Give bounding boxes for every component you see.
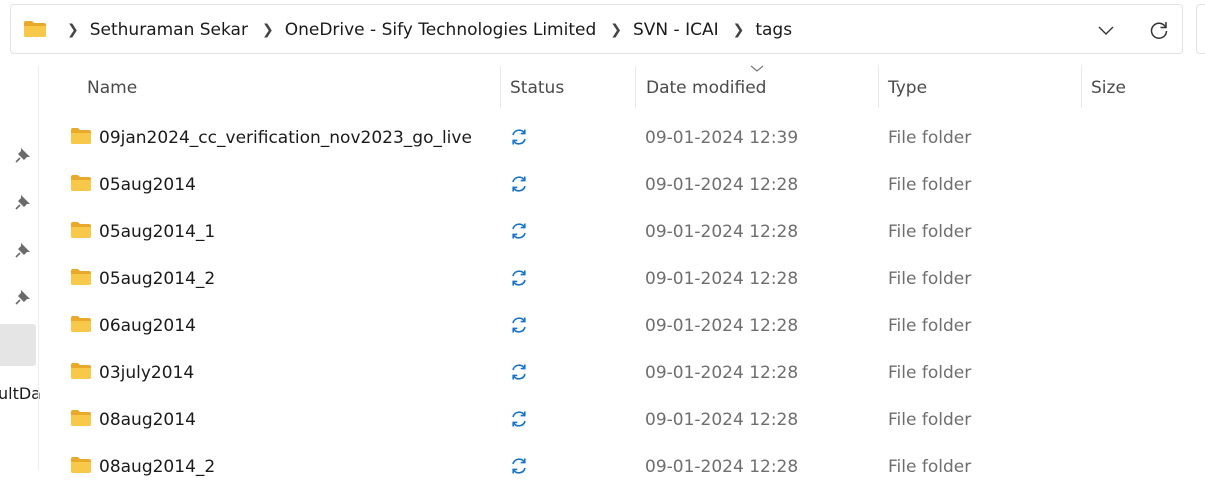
column-divider[interactable] [500,66,501,108]
sync-icon [509,127,529,147]
sync-icon [509,221,529,241]
search-box[interactable] [1196,4,1205,54]
table-row[interactable]: 05aug2014_1 09-01-2024 12:28 File folder [40,210,1205,257]
column-divider[interactable] [635,66,636,108]
date-modified: 09-01-2024 12:39 [645,128,799,148]
pin-icon[interactable] [14,193,32,211]
date-modified: 09-01-2024 12:28 [645,363,799,383]
column-divider[interactable] [1081,66,1082,108]
file-name[interactable]: 06aug2014 [99,316,196,336]
breadcrumb: ❯ Sethuraman Sekar ❯ OneDrive - Sify Tec… [53,5,792,55]
sync-icon [509,409,529,429]
file-name[interactable]: 05aug2014_2 [99,269,215,289]
file-type: File folder [888,175,972,195]
file-name[interactable]: 09jan2024_cc_verification_nov2023_go_liv… [99,128,472,148]
folder-icon [70,409,92,431]
navigation-pane [0,66,40,470]
file-type: File folder [888,128,972,148]
chevron-down-icon[interactable] [1097,21,1115,39]
column-header-status[interactable]: Status [510,78,564,98]
file-type: File folder [888,222,972,242]
folder-icon [70,174,92,196]
chevron-right-icon[interactable]: ❯ [262,22,274,38]
file-name[interactable]: 05aug2014_1 [99,222,215,242]
file-type: File folder [888,457,972,477]
file-type: File folder [888,316,972,336]
date-modified: 09-01-2024 12:28 [645,457,799,477]
table-row[interactable]: 08aug2014_2 09-01-2024 12:28 File folder [40,445,1205,492]
column-headers: Name Status Date modified Type Size [40,66,1205,112]
breadcrumb-item-user[interactable]: Sethuraman Sekar [90,20,248,40]
sync-icon [509,315,529,335]
table-row[interactable]: 06aug2014 09-01-2024 12:28 File folder [40,304,1205,351]
pin-icon[interactable] [14,146,32,164]
chevron-right-icon[interactable]: ❯ [733,22,745,38]
column-header-size[interactable]: Size [1091,78,1126,98]
date-modified: 09-01-2024 12:28 [645,316,799,336]
refresh-icon[interactable] [1148,19,1170,41]
file-type: File folder [888,363,972,383]
column-header-type[interactable]: Type [888,78,927,98]
table-row[interactable]: 08aug2014 09-01-2024 12:28 File folder [40,398,1205,445]
date-modified: 09-01-2024 12:28 [645,269,799,289]
file-type: File folder [888,410,972,430]
table-row[interactable]: 05aug2014_2 09-01-2024 12:28 File folder [40,257,1205,304]
column-divider[interactable] [878,66,879,108]
date-modified: 09-01-2024 12:28 [645,410,799,430]
address-bar[interactable]: ❯ Sethuraman Sekar ❯ OneDrive - Sify Tec… [10,4,1183,54]
nav-item-label[interactable]: ultDa [0,384,41,403]
table-row[interactable]: 09jan2024_cc_verification_nov2023_go_liv… [40,116,1205,163]
file-type: File folder [888,269,972,289]
pane-divider[interactable] [38,66,39,470]
file-name[interactable]: 08aug2014_2 [99,457,215,477]
sync-icon [509,174,529,194]
sync-icon [509,456,529,476]
breadcrumb-item-svn[interactable]: SVN - ICAI [633,20,719,40]
folder-icon [24,21,46,37]
column-header-name[interactable]: Name [87,78,137,98]
folder-icon [70,127,92,149]
date-modified: 09-01-2024 12:28 [645,175,799,195]
sync-icon [509,362,529,382]
folder-icon [70,221,92,243]
pin-icon[interactable] [14,288,32,306]
table-row[interactable]: 05aug2014 09-01-2024 12:28 File folder [40,163,1205,210]
breadcrumb-item-tags[interactable]: tags [755,20,792,40]
folder-icon [70,456,92,478]
chevron-right-icon[interactable]: ❯ [67,22,79,38]
folder-icon [70,315,92,337]
breadcrumb-item-onedrive[interactable]: OneDrive - Sify Technologies Limited [285,20,597,40]
column-header-date-modified[interactable]: Date modified [646,78,766,98]
sync-icon [509,268,529,288]
file-name[interactable]: 03july2014 [99,363,194,383]
folder-icon [70,362,92,384]
sort-descending-icon [750,65,764,72]
file-name[interactable]: 05aug2014 [99,175,196,195]
file-name[interactable]: 08aug2014 [99,410,196,430]
table-row[interactable]: 03july2014 09-01-2024 12:28 File folder [40,351,1205,398]
nav-item-selected[interactable] [0,324,36,366]
chevron-right-icon[interactable]: ❯ [610,22,622,38]
folder-icon [70,268,92,290]
pin-icon[interactable] [14,241,32,259]
date-modified: 09-01-2024 12:28 [645,222,799,242]
